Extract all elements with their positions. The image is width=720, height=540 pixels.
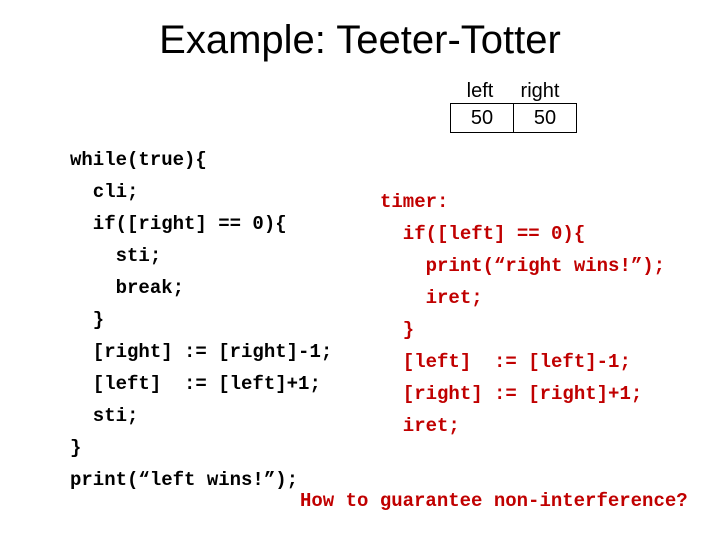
left-register-value: 50: [451, 104, 514, 133]
right-register-value: 50: [514, 104, 577, 133]
code-line: sti;: [70, 405, 138, 427]
left-register-label: left: [450, 80, 510, 103]
code-line: while(true){: [70, 149, 207, 171]
code-line: print(“left wins!”);: [70, 469, 298, 491]
code-line: sti;: [70, 245, 161, 267]
code-line: }: [70, 309, 104, 331]
slide-title: Example: Teeter-Totter: [0, 18, 720, 63]
code-line: }: [70, 437, 81, 459]
code-line: }: [380, 319, 414, 341]
code-line: if([left] == 0){: [380, 223, 585, 245]
left-code-block: while(true){ cli; if([right] == 0){ sti;…: [70, 112, 332, 496]
slide: Example: Teeter-Totter leftright 50 50 w…: [0, 0, 720, 540]
code-line: cli;: [70, 181, 138, 203]
question-text: How to guarantee non-interference?: [300, 490, 688, 512]
code-line: [left] := [left]+1;: [70, 373, 321, 395]
register-table: leftright 50 50: [450, 80, 577, 133]
code-line: [left] := [left]-1;: [380, 351, 631, 373]
code-line: iret;: [380, 415, 460, 437]
code-line: [right] := [right]-1;: [70, 341, 332, 363]
code-line: break;: [70, 277, 184, 299]
right-code-block: timer: if([left] == 0){ print(“right win…: [380, 154, 665, 442]
code-line: timer:: [380, 191, 448, 213]
register-labels-row: leftright: [450, 80, 577, 103]
code-line: iret;: [380, 287, 483, 309]
code-line: [right] := [right]+1;: [380, 383, 642, 405]
right-register-label: right: [510, 80, 570, 103]
register-values-row: 50 50: [450, 103, 577, 133]
code-line: if([right] == 0){: [70, 213, 287, 235]
code-line: print(“right wins!”);: [380, 255, 665, 277]
